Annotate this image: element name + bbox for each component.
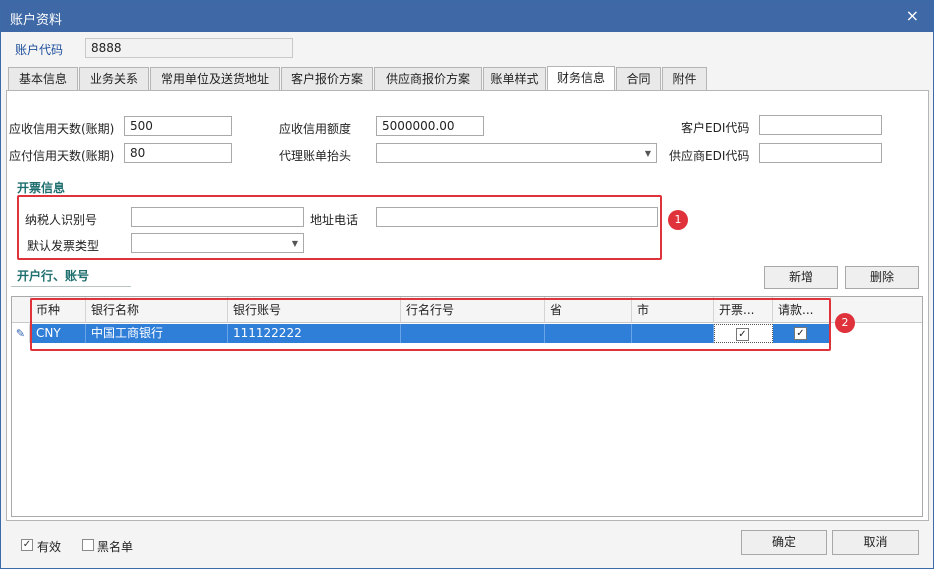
ar-days-label: 应收信用天数(账期)	[9, 122, 115, 136]
valid-label: 有效	[37, 540, 62, 554]
tab-bill-style[interactable]: 账单样式	[483, 67, 546, 91]
add-bank-button[interactable]: 新增	[764, 266, 838, 289]
customer-edi-label: 客户EDI代码	[681, 121, 750, 135]
valid-checkbox[interactable]: ✓	[21, 539, 33, 551]
dropdown-arrow-icon[interactable]: ▼	[292, 237, 298, 251]
agent-bill-header-select[interactable]: ▼	[376, 143, 657, 163]
dropdown-arrow-icon[interactable]: ▼	[645, 147, 651, 161]
ap-days-input[interactable]: 80	[124, 143, 232, 163]
annotation-badge-1: 1	[668, 210, 688, 230]
tab-contract[interactable]: 合同	[616, 67, 661, 91]
tab-basic-info[interactable]: 基本信息	[8, 67, 78, 91]
blacklist-checkbox[interactable]	[82, 539, 94, 551]
invoice-section-title: 开票信息	[17, 181, 66, 195]
title-bar: 账户资料 ×	[1, 1, 933, 32]
ok-button[interactable]: 确定	[741, 530, 827, 555]
tab-attachments[interactable]: 附件	[662, 67, 707, 91]
bank-section-underline	[11, 286, 131, 287]
tab-supplier-quote[interactable]: 供应商报价方案	[374, 67, 482, 91]
tab-addresses[interactable]: 常用单位及送货地址	[150, 67, 280, 91]
dialog-title: 账户资料	[10, 13, 63, 28]
tab-finance[interactable]: 财务信息	[547, 66, 615, 92]
customer-edi-input[interactable]	[759, 115, 882, 135]
account-code-label: 账户代码	[15, 43, 64, 57]
supplier-edi-input[interactable]	[759, 143, 882, 163]
edit-pencil-icon: ✎	[12, 324, 30, 343]
annotation-box-bank	[30, 298, 831, 351]
blacklist-label: 黑名单	[97, 540, 134, 554]
agent-bill-header-label: 代理账单抬头	[279, 149, 352, 163]
row-indicator-header	[12, 297, 31, 323]
invoice-type-label: 默认发票类型	[27, 239, 100, 253]
ap-days-label: 应付信用天数(账期)	[9, 149, 115, 163]
account-code-field[interactable]: 8888	[85, 38, 293, 58]
bank-section-title: 开户行、账号	[17, 269, 90, 283]
account-dialog: 账户资料 × 账户代码 8888 基本信息 业务关系 常用单位及送货地址 客户报…	[0, 0, 934, 569]
taxpayer-id-input[interactable]	[131, 207, 304, 227]
close-icon[interactable]: ×	[906, 6, 919, 25]
supplier-edi-label: 供应商EDI代码	[669, 149, 750, 163]
taxpayer-id-label: 纳税人识别号	[25, 213, 98, 227]
address-phone-label: 地址电话	[310, 213, 359, 227]
invoice-type-select[interactable]: ▼	[131, 233, 304, 253]
address-phone-input[interactable]	[376, 207, 658, 227]
tab-business-relation[interactable]: 业务关系	[79, 67, 149, 91]
annotation-badge-2: 2	[835, 313, 855, 333]
cancel-button[interactable]: 取消	[832, 530, 919, 555]
ar-limit-label: 应收信用额度	[279, 122, 352, 136]
ar-days-input[interactable]: 500	[124, 116, 232, 136]
tab-customer-quote[interactable]: 客户报价方案	[281, 67, 373, 91]
ar-limit-input[interactable]: 5000000.00	[376, 116, 484, 136]
delete-bank-button[interactable]: 删除	[845, 266, 919, 289]
